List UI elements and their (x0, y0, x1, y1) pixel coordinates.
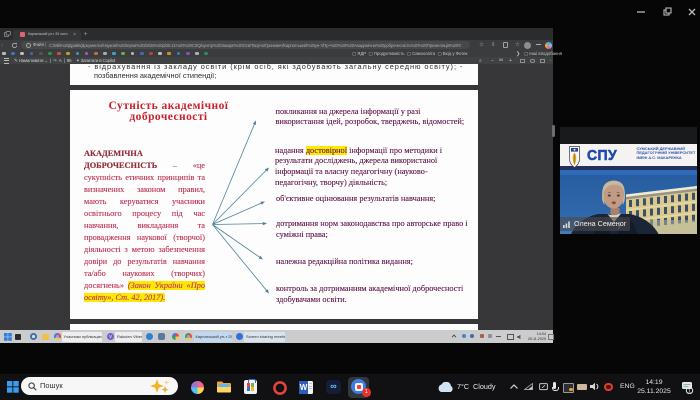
svg-text:1: 1 (688, 389, 691, 394)
